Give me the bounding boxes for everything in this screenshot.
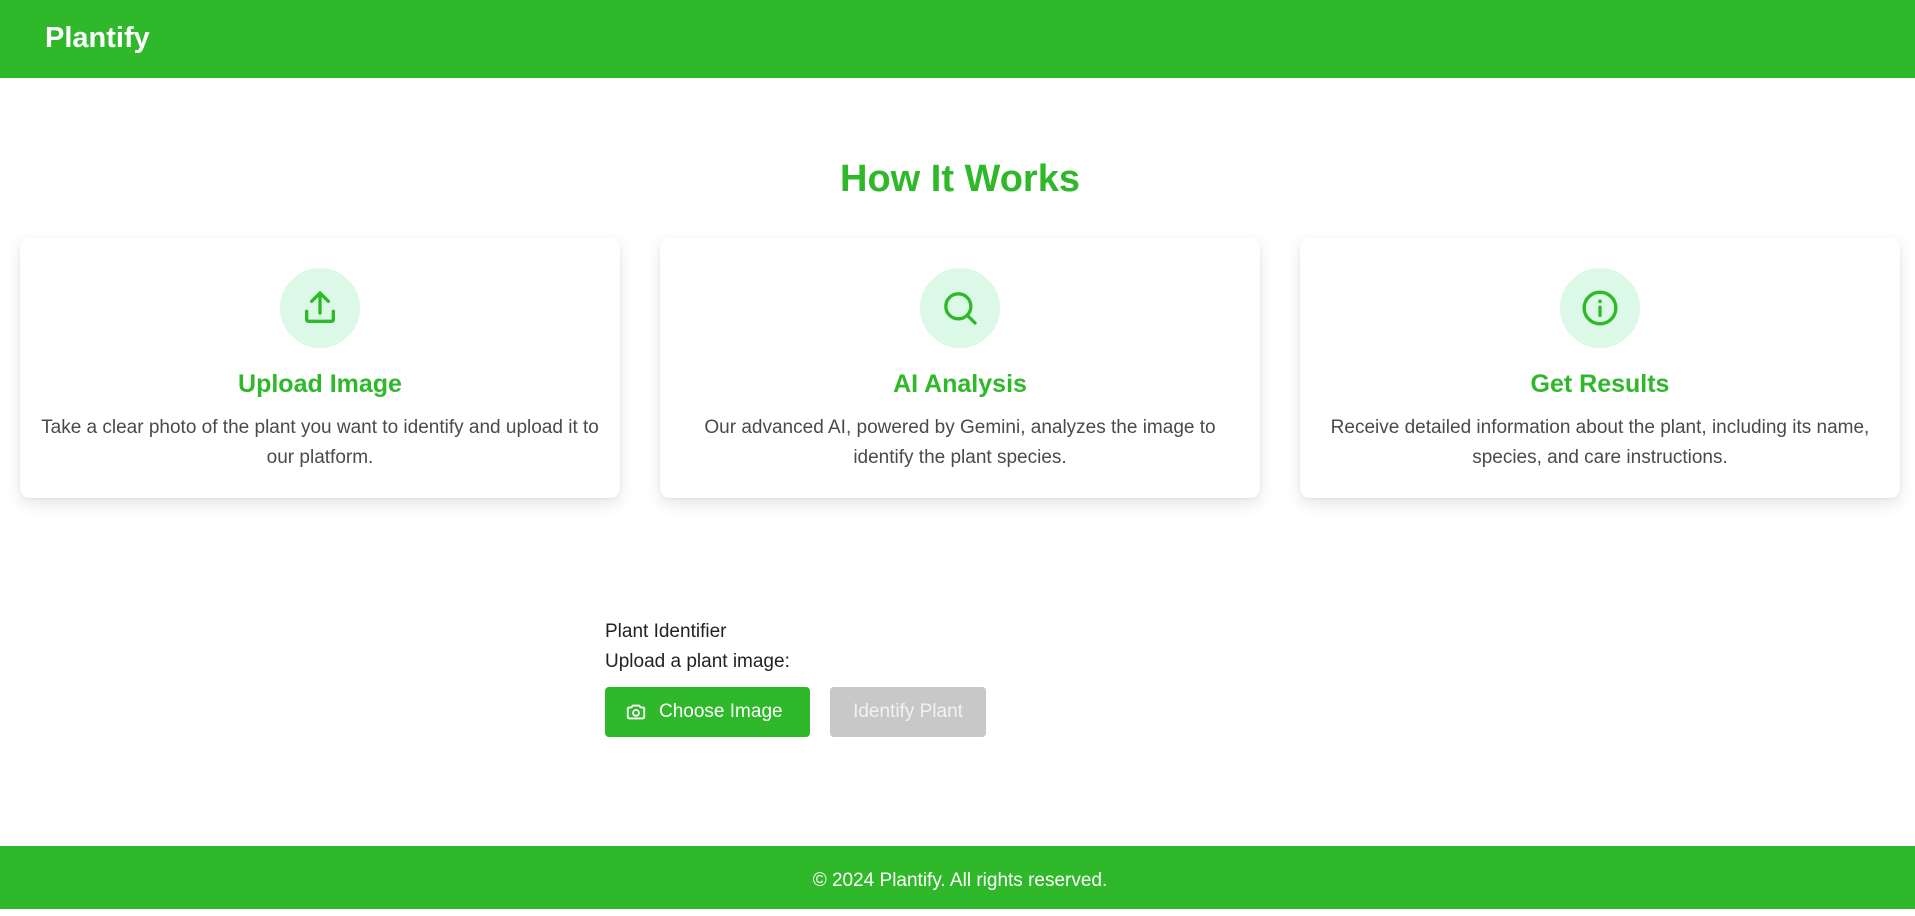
identifier-actions: Choose Image Identify Plant (605, 687, 1105, 737)
step-title: Get Results (1530, 370, 1670, 398)
site-footer: © 2024 Plantify. All rights reserved. (0, 846, 1915, 909)
step-card-analysis: AI Analysis Our advanced AI, powered by … (660, 238, 1260, 498)
step-card-results: Get Results Receive detailed information… (1300, 238, 1900, 498)
step-description: Take a clear photo of the plant you want… (41, 417, 599, 468)
copyright-text: © 2024 Plantify. All rights reserved. (812, 870, 1108, 891)
step-title: Upload Image (238, 370, 402, 398)
info-icon-badge (1560, 268, 1640, 348)
info-icon (1582, 290, 1618, 326)
steps-cards: Upload Image Take a clear photo of the p… (20, 238, 1900, 498)
identifier-heading: Plant Identifier (605, 621, 727, 642)
step-description: Receive detailed information about the p… (1330, 417, 1870, 468)
upload-label: Upload a plant image: (605, 651, 790, 672)
choose-image-button[interactable]: Choose Image (605, 687, 810, 737)
upload-icon (305, 291, 335, 323)
step-description: Our advanced AI, powered by Gemini, anal… (704, 417, 1216, 468)
site-header: Plantify (0, 0, 1915, 78)
step-title: AI Analysis (893, 370, 1027, 398)
camera-icon (626, 704, 646, 720)
brand-logo-text[interactable]: Plantify (45, 20, 150, 56)
identify-plant-button[interactable]: Identify Plant (830, 687, 986, 737)
search-icon-badge (920, 268, 1000, 348)
plant-identifier-form: Plant Identifier Upload a plant image: C… (605, 617, 1105, 737)
choose-image-label: Choose Image (659, 701, 783, 722)
step-card-upload: Upload Image Take a clear photo of the p… (20, 238, 620, 498)
search-icon (944, 292, 977, 325)
upload-icon-badge (280, 268, 360, 348)
how-it-works-title: How It Works (840, 158, 1080, 200)
